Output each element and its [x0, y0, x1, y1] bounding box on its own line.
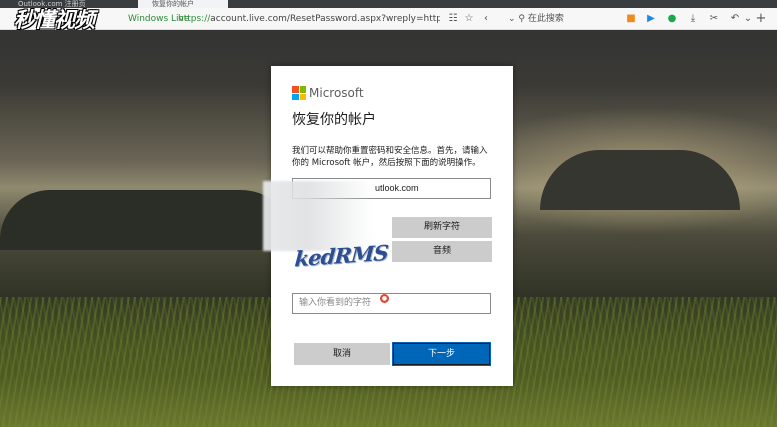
browser-tab-active[interactable]: 恢复你的帐户 [138, 0, 228, 8]
brand-name: Microsoft [309, 86, 364, 100]
page-title: 恢复你的帐户 [292, 112, 376, 128]
download-icon[interactable]: ⤓ [686, 12, 700, 26]
mountain-silhouette [0, 190, 300, 250]
browser-toolbar: Windows Live https://account.live.com/Re… [0, 8, 777, 30]
more-icon[interactable]: ⌄ [743, 12, 753, 26]
cursor-indicator-icon: ● [380, 294, 389, 303]
browser-tab-bar: Outlook.com 注册页 恢复你的帐户 [0, 0, 777, 8]
address-bar[interactable]: https://account.live.com/ResetPassword.a… [178, 13, 440, 25]
expand-icon[interactable]: ☷ [446, 12, 460, 26]
recover-account-dialog: Microsoft 恢复你的帐户 我们可以帮助你重置密码和安全信息。首先，请输入… [263, 66, 513, 386]
description-text: 我们可以帮助你重置密码和安全信息。首先，请输入你的 Microsoft 帐户，然… [292, 146, 488, 168]
search-placeholder: 在此搜索 [527, 14, 564, 24]
search-box[interactable]: ⌄ ⚲ 在此搜索 [508, 12, 608, 26]
star-icon[interactable]: ☆ [462, 12, 476, 26]
video-icon[interactable]: ■ [624, 12, 638, 26]
audio-captcha-button[interactable]: 音频 [392, 241, 492, 262]
cancel-button[interactable]: 取消 [294, 343, 390, 365]
captcha-image: kedRMS [293, 239, 389, 272]
scissors-icon[interactable]: ✂ [707, 12, 721, 26]
search-icon: ⚲ [518, 14, 526, 24]
next-button[interactable]: 下一步 [392, 342, 491, 366]
mountain-silhouette [540, 150, 740, 210]
refresh-captcha-button[interactable]: 刷新字符 [392, 217, 492, 238]
watermark-logo: 秒懂视频 [14, 8, 95, 32]
url-scheme: https:// [178, 14, 211, 24]
microsoft-logo-icon [292, 86, 306, 100]
undo-icon[interactable]: ↶ [728, 12, 742, 26]
chat-icon[interactable]: ● [665, 12, 679, 26]
captcha-input[interactable]: 输入你看到的字符 [292, 293, 491, 314]
back-icon[interactable]: ‹ [480, 12, 492, 26]
chevron-down-icon: ⌄ [508, 14, 516, 24]
url-text: account.live.com/ResetPassword.aspx?wrep… [210, 14, 440, 24]
new-tab-icon[interactable]: + [754, 12, 768, 26]
play-icon[interactable]: ▶ [644, 12, 658, 26]
